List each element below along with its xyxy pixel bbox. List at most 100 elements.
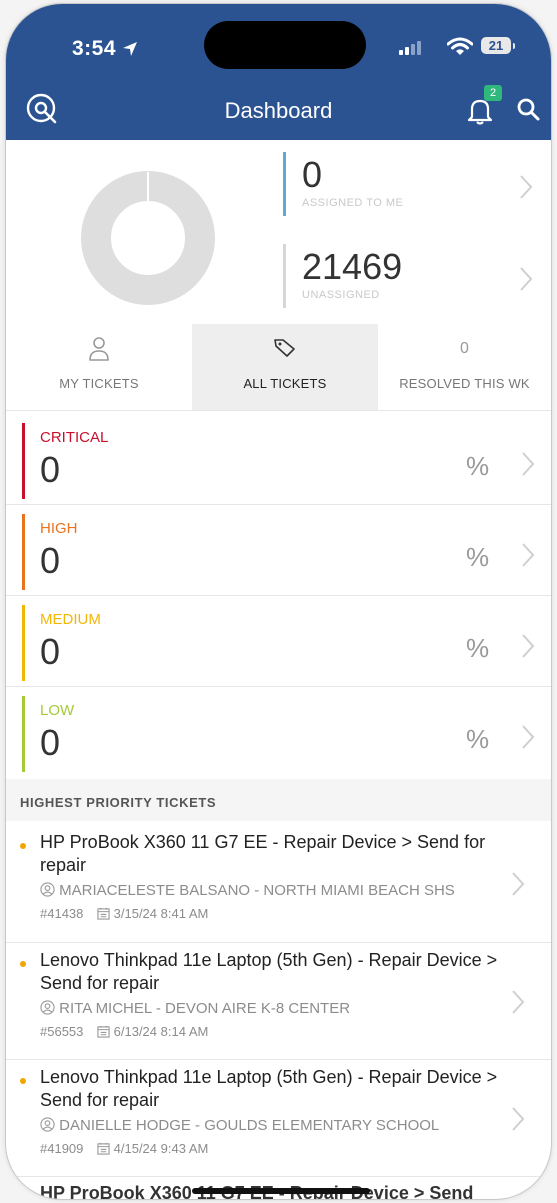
unassigned-stat[interactable]: 21469 UNASSIGNED: [283, 244, 551, 312]
ticket-meta: #41438 3/15/24 8:41 AM: [40, 906, 208, 921]
priority-count: 0: [40, 631, 61, 672]
requester-name: DANIELLE HODGE - GOULDS ELEMENTARY SCHOO…: [59, 1117, 440, 1134]
priority-high[interactable]: HIGH 0 %: [6, 514, 551, 604]
requester-name: RITA MICHEL - DEVON AIRE K-8 CENTER: [59, 1000, 351, 1017]
section-title: HIGHEST PRIORITY TICKETS: [20, 795, 217, 810]
ticket-date: 3/15/24 8:41 AM: [113, 906, 209, 921]
user-circle-icon: [40, 1000, 55, 1015]
tab-my-tickets-label: MY TICKETS: [59, 376, 139, 391]
calendar-icon: [97, 1025, 110, 1038]
priority-name: HIGH: [40, 520, 78, 537]
chevron-right-icon: [520, 267, 533, 291]
priority-dot: [20, 843, 26, 849]
tab-all-tickets[interactable]: ALL TICKETS: [192, 324, 378, 410]
notifications-button[interactable]: 2: [466, 85, 502, 126]
ticket-meta: #41909 4/15/24 9:43 AM: [40, 1141, 208, 1156]
priority-dot: [20, 961, 26, 967]
priority-indicator: [22, 605, 25, 681]
calendar-icon: [97, 907, 110, 920]
ticket-requester: MARIACELESTE BALSANO - NORTH MIAMI BEACH…: [40, 882, 455, 899]
tab-resolved-this-week[interactable]: 0 RESOLVED THIS WK: [378, 324, 551, 410]
assigned-indicator: [283, 152, 286, 216]
ticket-date: 4/15/24 9:43 AM: [113, 1141, 209, 1156]
priority-indicator: [22, 514, 25, 590]
ticket-number: 41909: [47, 1141, 84, 1156]
ticket-tabs: MY TICKETS ALL TICKETS 0 RESOLVED THIS W…: [6, 324, 551, 410]
resolved-count: 0: [460, 340, 469, 357]
unassigned-indicator: [283, 244, 286, 308]
priority-name: MEDIUM: [40, 611, 101, 628]
priority-indicator: [22, 423, 25, 499]
ticket-title: Lenovo Thinkpad 11e Laptop (5th Gen) - R…: [40, 950, 498, 993]
priority-critical[interactable]: CRITICAL 0 %: [6, 423, 551, 513]
priority-medium[interactable]: MEDIUM 0 %: [6, 605, 551, 695]
battery-icon: 21: [481, 37, 515, 54]
chevron-right-icon: [520, 175, 533, 199]
chevron-right-icon: [522, 634, 535, 658]
user-circle-icon: [40, 1117, 55, 1132]
divider: [6, 1176, 551, 1177]
divider: [6, 504, 551, 505]
unassigned-label: UNASSIGNED: [302, 289, 380, 301]
priority-count: 0: [40, 449, 61, 490]
location-arrow-icon: [122, 39, 138, 63]
priority-name: CRITICAL: [40, 429, 109, 446]
chevron-right-icon: [512, 872, 525, 896]
divider: [6, 686, 551, 687]
divider: [6, 410, 551, 411]
priority-name: LOW: [40, 702, 75, 719]
tab-all-tickets-label: ALL TICKETS: [243, 376, 327, 391]
clock: 3:54: [72, 37, 117, 60]
divider: [6, 1059, 551, 1060]
ticket-requester: DANIELLE HODGE - GOULDS ELEMENTARY SCHOO…: [40, 1117, 439, 1134]
ticket-row[interactable]: Lenovo Thinkpad 11e Laptop (5th Gen) - R…: [6, 1062, 551, 1179]
user-circle-icon: [40, 882, 55, 897]
phone-screen: 3:54 21 Dashboard 2 0 ASSIGNED TO ME 214…: [6, 4, 551, 1199]
divider: [6, 595, 551, 596]
chevron-right-icon: [522, 452, 535, 476]
battery-level: 21: [488, 38, 504, 53]
chevron-right-icon: [522, 725, 535, 749]
ticket-row[interactable]: Lenovo Thinkpad 11e Laptop (5th Gen) - R…: [6, 945, 551, 1062]
ticket-number: 56553: [47, 1024, 84, 1039]
ticket-requester: RITA MICHEL - DEVON AIRE K-8 CENTER: [40, 1000, 350, 1017]
assigned-label: ASSIGNED TO ME: [302, 197, 404, 209]
dynamic-island: [204, 21, 366, 69]
unassigned-count: 21469: [302, 246, 403, 287]
priority-percent: %: [466, 724, 490, 754]
chevron-right-icon: [512, 990, 525, 1014]
ticket-row[interactable]: HP ProBook X360 11 G7 EE - Repair Device…: [6, 827, 551, 944]
chevron-right-icon: [512, 1107, 525, 1131]
tag-icon: [274, 339, 295, 357]
priority-percent: %: [466, 633, 490, 663]
app-header: 3:54 21 Dashboard 2: [6, 4, 551, 140]
status-time: 3:54: [72, 37, 138, 63]
priority-percent: %: [466, 542, 490, 572]
signal-icon: [399, 41, 421, 55]
priority-indicator: [22, 696, 25, 772]
tab-my-tickets[interactable]: MY TICKETS: [6, 324, 192, 410]
home-indicator: [192, 1188, 370, 1194]
chevron-right-icon: [522, 543, 535, 567]
assigned-count: 0: [302, 154, 323, 195]
priority-low[interactable]: LOW 0 %: [6, 696, 551, 786]
divider: [6, 942, 551, 943]
search-icon[interactable]: [516, 97, 540, 126]
ticket-title: Lenovo Thinkpad 11e Laptop (5th Gen) - R…: [40, 1067, 498, 1110]
ticket-number: 41438: [47, 906, 84, 921]
ticket-meta: #56553 6/13/24 8:14 AM: [40, 1024, 208, 1039]
priority-count: 0: [40, 722, 61, 763]
wifi-icon: [447, 37, 473, 55]
person-icon: [89, 337, 109, 361]
ticket-title: HP ProBook X360 11 G7 EE - Repair Device…: [40, 832, 486, 875]
notification-badge: 2: [484, 85, 502, 101]
section-header: HIGHEST PRIORITY TICKETS: [6, 779, 551, 821]
ticket-date: 6/13/24 8:14 AM: [113, 1024, 209, 1039]
ticket-donut-chart: [81, 171, 215, 305]
tab-resolved-label: RESOLVED THIS WK: [399, 376, 530, 391]
assigned-to-me-stat[interactable]: 0 ASSIGNED TO ME: [283, 152, 551, 220]
priority-dot: [20, 1078, 26, 1084]
priority-count: 0: [40, 540, 61, 581]
priority-percent: %: [466, 451, 490, 481]
calendar-icon: [97, 1142, 110, 1155]
